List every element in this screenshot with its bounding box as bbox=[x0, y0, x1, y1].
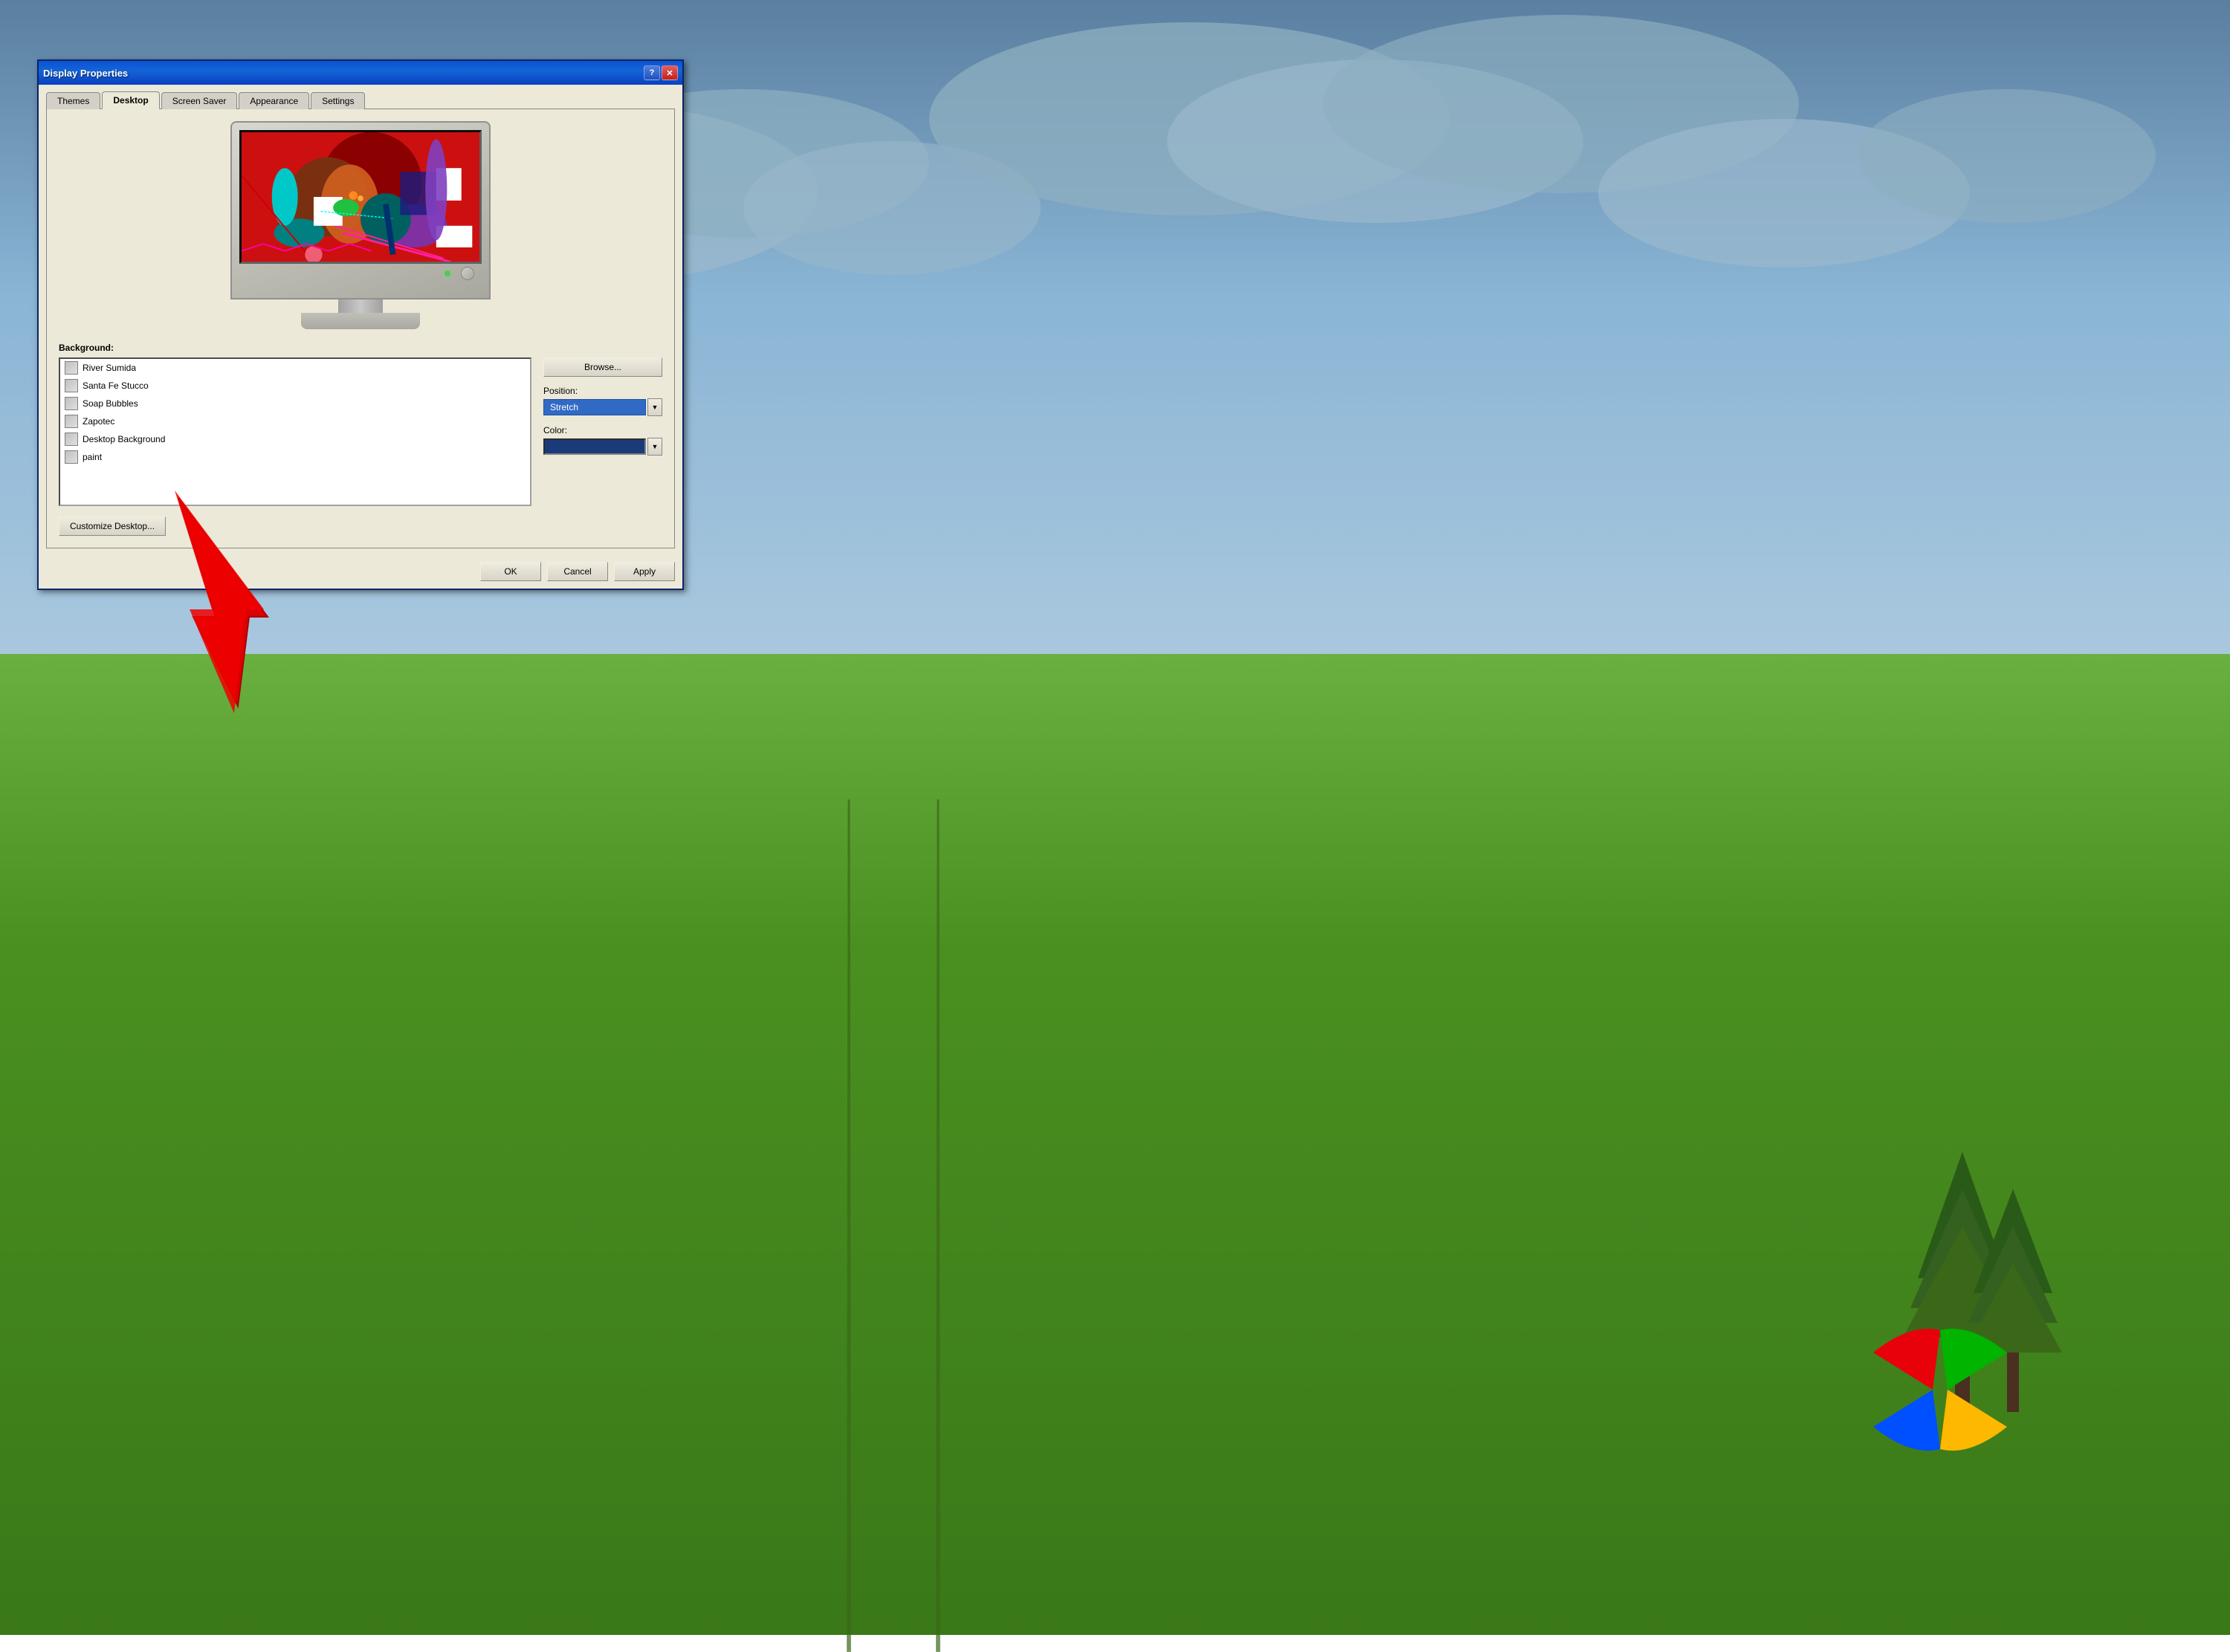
item-icon bbox=[65, 379, 78, 392]
tab-appearance[interactable]: Appearance bbox=[239, 92, 309, 109]
titlebar: Display Properties ? ✕ bbox=[39, 61, 682, 85]
tab-screen-saver[interactable]: Screen Saver bbox=[161, 92, 238, 109]
tab-settings[interactable]: Settings bbox=[311, 92, 365, 109]
grass-track-right bbox=[936, 800, 940, 1652]
color-dropdown-arrow-icon[interactable]: ▼ bbox=[647, 438, 662, 456]
apply-button[interactable]: Apply bbox=[614, 562, 675, 581]
list-item[interactable]: Soap Bubbles bbox=[60, 395, 530, 412]
dropdown-arrow-icon[interactable]: ▼ bbox=[647, 398, 662, 416]
color-picker[interactable]: ▼ bbox=[543, 438, 662, 456]
customize-btn-row: Customize Desktop... bbox=[59, 516, 662, 536]
item-icon bbox=[65, 415, 78, 428]
tab-themes[interactable]: Themes bbox=[46, 92, 100, 109]
background-controls: Browse... Position: Stretch ▼ Color: ▼ bbox=[543, 357, 662, 456]
position-value: Stretch bbox=[543, 399, 646, 415]
color-label: Color: bbox=[543, 425, 662, 435]
monitor-led bbox=[445, 271, 450, 276]
display-properties-dialog: Display Properties ? ✕ Themes Desktop Sc… bbox=[37, 59, 684, 590]
list-item[interactable]: Zapotec bbox=[60, 412, 530, 430]
desktop-tab-content: Background: River Sumida Santa Fe Stucco… bbox=[46, 108, 675, 548]
color-field: Color: ▼ bbox=[543, 425, 662, 456]
winxp-logo bbox=[1858, 1308, 2022, 1471]
list-item[interactable]: paint bbox=[60, 448, 530, 466]
color-swatch bbox=[543, 438, 646, 455]
tab-desktop[interactable]: Desktop bbox=[102, 91, 159, 109]
list-item[interactable]: Santa Fe Stucco bbox=[60, 377, 530, 395]
titlebar-buttons: ? ✕ bbox=[644, 65, 678, 80]
position-field: Position: Stretch ▼ bbox=[543, 386, 662, 416]
item-icon bbox=[65, 433, 78, 446]
monitor-bezel bbox=[230, 121, 491, 299]
monitor-preview bbox=[59, 121, 662, 329]
ok-button[interactable]: OK bbox=[480, 562, 541, 581]
help-button[interactable]: ? bbox=[644, 65, 660, 80]
close-button[interactable]: ✕ bbox=[662, 65, 678, 80]
monitor-stand-neck bbox=[338, 299, 383, 313]
position-dropdown[interactable]: Stretch ▼ bbox=[543, 398, 662, 416]
monitor-power-button bbox=[461, 267, 474, 280]
position-label: Position: bbox=[543, 386, 662, 396]
background-label: Background: bbox=[59, 343, 662, 353]
bottom-buttons: OK Cancel Apply bbox=[39, 556, 682, 589]
item-icon bbox=[65, 397, 78, 410]
background-list[interactable]: River Sumida Santa Fe Stucco Soap Bubble… bbox=[59, 357, 531, 506]
list-item[interactable]: River Sumida bbox=[60, 359, 530, 377]
tabs-area: Themes Desktop Screen Saver Appearance S… bbox=[39, 85, 682, 108]
item-icon bbox=[65, 361, 78, 375]
dialog-title: Display Properties bbox=[43, 68, 128, 79]
background-list-container: River Sumida Santa Fe Stucco Soap Bubble… bbox=[59, 357, 531, 506]
customize-desktop-button[interactable]: Customize Desktop... bbox=[59, 516, 166, 536]
monitor-outer bbox=[230, 121, 491, 329]
background-row: River Sumida Santa Fe Stucco Soap Bubble… bbox=[59, 357, 662, 506]
monitor-screen bbox=[239, 130, 482, 264]
monitor-stand-base bbox=[301, 313, 420, 329]
cancel-button[interactable]: Cancel bbox=[547, 562, 608, 581]
browse-button[interactable]: Browse... bbox=[543, 357, 662, 377]
monitor-art bbox=[242, 132, 479, 262]
item-icon bbox=[65, 450, 78, 464]
grass-track-left bbox=[847, 800, 851, 1652]
list-item[interactable]: Desktop Background bbox=[60, 430, 530, 448]
